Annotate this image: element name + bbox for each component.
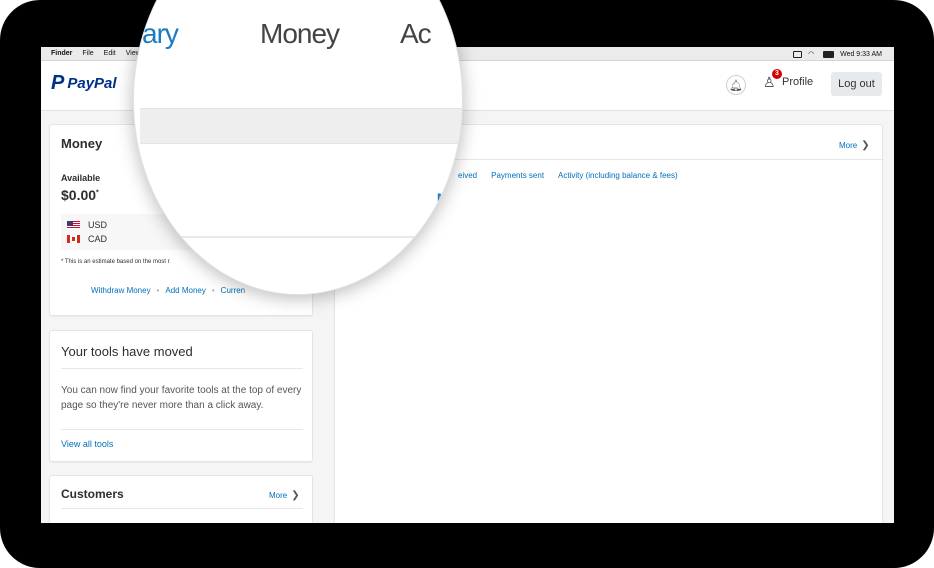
menu-file[interactable]: File [82, 50, 93, 57]
balance-footnote-marker: * [96, 189, 99, 197]
add-money-link[interactable]: Add Money [165, 286, 205, 295]
lens-partial-text: M [436, 189, 455, 214]
tools-title: Your tools have moved [61, 344, 193, 359]
menu-clock[interactable]: Wed 9:33 AM [840, 51, 882, 58]
currency-row-cad: CAD [67, 234, 107, 244]
airplay-icon[interactable] [793, 50, 803, 58]
link-separator: • [156, 286, 160, 295]
chevron-right-icon: ❯ [291, 490, 300, 501]
divider [61, 429, 303, 430]
tab-payments-sent[interactable]: Payments sent [491, 171, 544, 180]
lens-nav-activity: Ac [400, 18, 432, 49]
logout-button[interactable]: Log out [831, 72, 882, 96]
withdraw-money-link[interactable]: Withdraw Money [91, 286, 151, 295]
tools-moved-card: Your tools have moved You can now find y… [49, 330, 313, 462]
us-flag-icon [67, 221, 80, 229]
estimate-note: * This is an estimate based on the most … [61, 259, 170, 265]
customers-title: Customers [61, 487, 124, 501]
currency-code: USD [88, 220, 108, 230]
tab-activity-all[interactable]: Activity (including balance & fees) [558, 171, 678, 180]
device-frame: Finder File Edit View ◠ Wed 9:33 AM P Pa… [0, 0, 934, 568]
balance-value: $0.00 [61, 187, 97, 203]
profile-button[interactable]: ♙ 3 Profile [763, 69, 814, 90]
paypal-wordmark: PayPal [67, 75, 117, 92]
money-links: Withdraw Money • Add Money • Curren [91, 286, 245, 295]
activity-more-link[interactable]: More ❯ [839, 140, 870, 151]
more-label: More [269, 491, 288, 500]
currencies-link[interactable]: Curren [221, 286, 245, 295]
lens-divider [134, 236, 429, 238]
available-label: Available [61, 173, 101, 183]
currency-row-usd: USD [67, 220, 107, 230]
menu-edit[interactable]: Edit [104, 50, 116, 57]
view-all-tools-link[interactable]: View all tools [61, 439, 113, 449]
tab-payments-received[interactable]: eived [458, 171, 477, 180]
paypal-mark-icon: P [51, 72, 64, 94]
divider [61, 368, 303, 369]
user-icon: ♙ 3 [763, 69, 782, 90]
menu-status-area: ◠ Wed 9:33 AM [793, 47, 882, 61]
customers-more-link[interactable]: More ❯ [269, 490, 300, 501]
balance-amount: $0.00* [61, 187, 99, 203]
more-label: More [839, 141, 858, 150]
notifications-bell-icon[interactable]: 🔔︎ [726, 75, 746, 95]
divider [61, 508, 303, 509]
customers-card: Customers More ❯ [49, 475, 313, 523]
link-separator: • [211, 286, 215, 295]
lens-gray-band [140, 108, 462, 144]
profile-label: Profile [782, 76, 814, 88]
tools-body: You can now find your favorite tools at … [61, 385, 302, 411]
wifi-icon[interactable]: ◠ [808, 51, 817, 58]
ca-flag-icon [67, 235, 80, 243]
currency-code: CAD [88, 234, 108, 244]
chevron-right-icon: ❯ [861, 140, 870, 151]
activity-tabs: eived Payments sent Activity (including … [458, 171, 678, 180]
battery-icon[interactable] [823, 50, 835, 58]
lens-nav-money: Money [260, 18, 340, 49]
lens-nav-summary: ary [142, 18, 179, 49]
money-title: Money [61, 136, 103, 151]
paypal-logo[interactable]: P PayPal [51, 72, 117, 95]
notification-badge: 3 [772, 69, 782, 79]
menu-finder[interactable]: Finder [51, 50, 72, 57]
